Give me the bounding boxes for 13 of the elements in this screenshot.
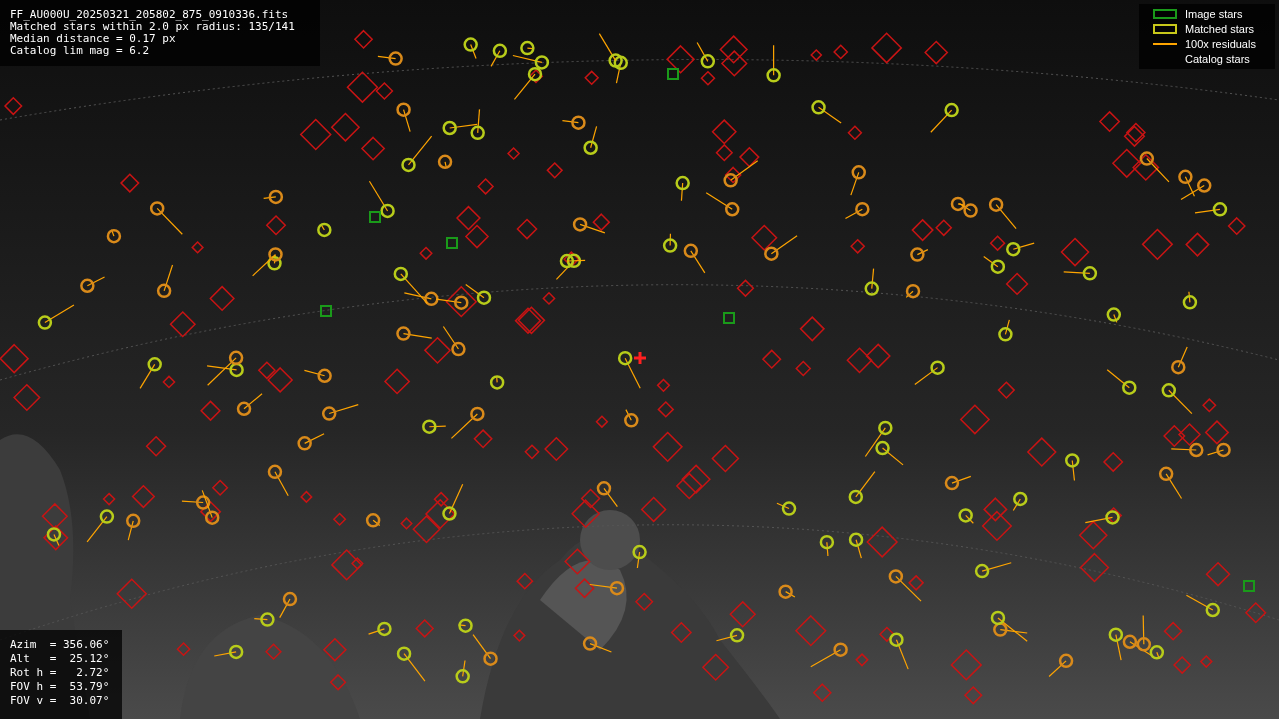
pointing-text: FOV v = 30.07° [10, 694, 111, 708]
legend-label: Image stars [1185, 7, 1243, 21]
info-text: FF_AU000U_20250321_205802_875_0910336.fits [10, 9, 290, 21]
legend-label: Matched stars [1185, 22, 1255, 36]
info-text: Catalog lim mag = 6.2 [10, 45, 151, 57]
info-text: Median distance = 0.17 px [10, 33, 177, 45]
legend-label: 100x residuals [1185, 37, 1256, 51]
pointing-text: Rot h = 2.72° [10, 666, 111, 680]
legend-label: Catalog stars [1185, 52, 1250, 66]
pointing-text: FOV h = 53.79° [10, 680, 111, 694]
pointing-text: Azim = 356.06° [10, 638, 111, 652]
info-text: Matched stars within 2.0 px radius: 135/141 [10, 21, 296, 33]
pointing-text: Alt = 25.12° [10, 652, 111, 666]
